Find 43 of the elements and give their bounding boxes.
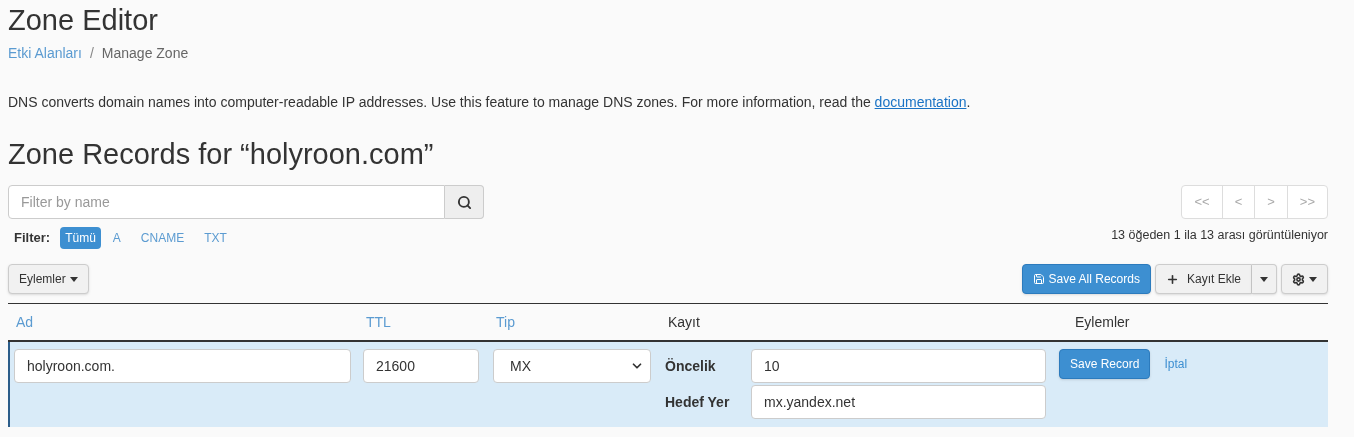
breadcrumb-separator: / [88, 44, 95, 63]
record-field[interactable]: 10 [751, 349, 1046, 383]
add-record-button[interactable]: Kayıt Ekle [1154, 264, 1252, 294]
column-header[interactable]: TTL [366, 313, 391, 330]
search-button[interactable] [445, 185, 484, 219]
record-field[interactable]: mx.yandex.net [751, 385, 1046, 419]
type-select[interactable]: MX [493, 349, 651, 383]
plus-icon [1165, 272, 1179, 286]
name-field[interactable]: holyroon.com. [14, 349, 351, 383]
settings-menu-button[interactable] [1281, 264, 1328, 294]
settings-icon [1292, 272, 1305, 286]
filter-option[interactable]: CNAME [132, 227, 193, 249]
caret-icon [1260, 276, 1268, 282]
field-label: Öncelik [664, 356, 717, 376]
pagination-button[interactable]: > [1254, 186, 1287, 218]
pagination-button[interactable]: < [1221, 186, 1255, 218]
filter-option[interactable]: Tümü [60, 227, 101, 249]
zone-heading: Zone Records for “holyroon.com” [8, 137, 435, 172]
save-all-button[interactable]: Save All Records [1021, 264, 1151, 294]
actions-menu-button[interactable]: Eylemler [8, 264, 89, 294]
column-header[interactable]: Tip [496, 313, 515, 330]
filter-option[interactable]: A [104, 227, 129, 249]
filter-option[interactable]: TXT [196, 227, 235, 249]
column-header[interactable]: Ad [16, 313, 34, 330]
column-header: Eylemler [1075, 313, 1130, 330]
pagination-button[interactable]: >> [1286, 186, 1327, 218]
description: DNS converts domain names into computer-readable IP addresses. Use this feature to manage DNS zones. For more information, read the documentation. [8, 93, 972, 112]
column-header: Kayıt [668, 313, 700, 330]
ttl-field[interactable]: 21600 [363, 349, 479, 383]
search-field[interactable]: Filter by name [8, 185, 445, 219]
save-record-button[interactable]: Save Record [1059, 349, 1151, 379]
pagination-info: 13 öğeden 1 ila 13 arası görüntüleniyor [1111, 227, 1328, 244]
page-title: Zone Editor [8, 3, 159, 38]
add-record-dropdown[interactable] [1252, 264, 1277, 294]
pagination-button[interactable]: << [1182, 186, 1222, 218]
breadcrumb-current: Manage Zone [101, 44, 189, 63]
breadcrumb-link[interactable]: Etki Alanları [8, 43, 82, 64]
filter-label: Filter: [14, 229, 51, 248]
caret-icon [69, 276, 78, 282]
cancel-link[interactable]: İptal [1164, 355, 1188, 373]
field-label: Hedef Yer [664, 392, 731, 412]
search-icon [456, 194, 472, 210]
caret-icon [1309, 276, 1317, 282]
